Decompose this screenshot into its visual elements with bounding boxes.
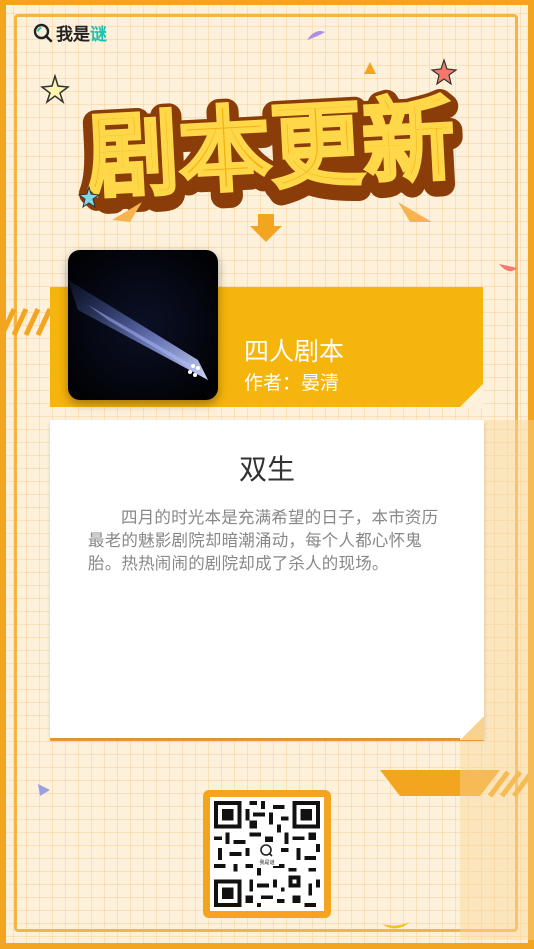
brand-accent: 谜 bbox=[90, 25, 107, 45]
qr-logo-icon: 我是谜 bbox=[259, 844, 275, 866]
spotlight-image bbox=[68, 250, 218, 400]
brand-prefix: 我是 bbox=[56, 25, 90, 45]
headline-text: 剧本更新 bbox=[84, 85, 457, 211]
confetti-piece bbox=[499, 264, 517, 272]
qr-center-logo: 我是谜 bbox=[255, 842, 279, 866]
frame-top bbox=[0, 0, 534, 5]
author-row: 作者：晏清 bbox=[244, 368, 339, 395]
burst-lines bbox=[398, 202, 432, 222]
band-notch bbox=[459, 384, 483, 408]
brand-name: 我是谜 bbox=[56, 20, 107, 45]
script-genre: 四人剧本 bbox=[244, 337, 345, 366]
qr-code-frame: 我是谜 bbox=[203, 790, 331, 918]
confetti-piece bbox=[38, 784, 50, 796]
frame-bottom bbox=[0, 943, 534, 949]
star-icon bbox=[78, 186, 100, 208]
poster: RENEW 我是谜 剧本更新 剧本更新 四人剧本 作者：晏清 双生 四月的时光本… bbox=[0, 0, 534, 949]
qr-code[interactable]: 我是谜 bbox=[210, 797, 324, 911]
card-corner-fold bbox=[460, 716, 484, 740]
script-cover-image bbox=[68, 250, 218, 400]
author-name: 晏清 bbox=[301, 372, 340, 394]
watermark-letters: RENEW bbox=[510, 50, 534, 458]
stripe-decoration-left bbox=[0, 307, 50, 337]
confetti-piece bbox=[307, 31, 325, 40]
star-icon bbox=[430, 58, 458, 86]
down-arrow-icon bbox=[250, 214, 282, 242]
burst-lines bbox=[112, 202, 142, 222]
script-description: 四月的时光本是充满希望的日子，本市资历最老的魅影剧院却暗潮涌动，每个人都心怀鬼胎… bbox=[88, 508, 439, 573]
confetti-piece bbox=[382, 922, 410, 929]
star-icon bbox=[40, 74, 70, 104]
author-label: 作者： bbox=[244, 372, 302, 394]
search-icon bbox=[33, 23, 53, 42]
qr-logo-text: 我是谜 bbox=[259, 859, 274, 866]
brand-logo: 我是谜 bbox=[33, 20, 107, 45]
script-title: 双生 bbox=[238, 453, 295, 486]
confetti-piece bbox=[364, 62, 376, 74]
